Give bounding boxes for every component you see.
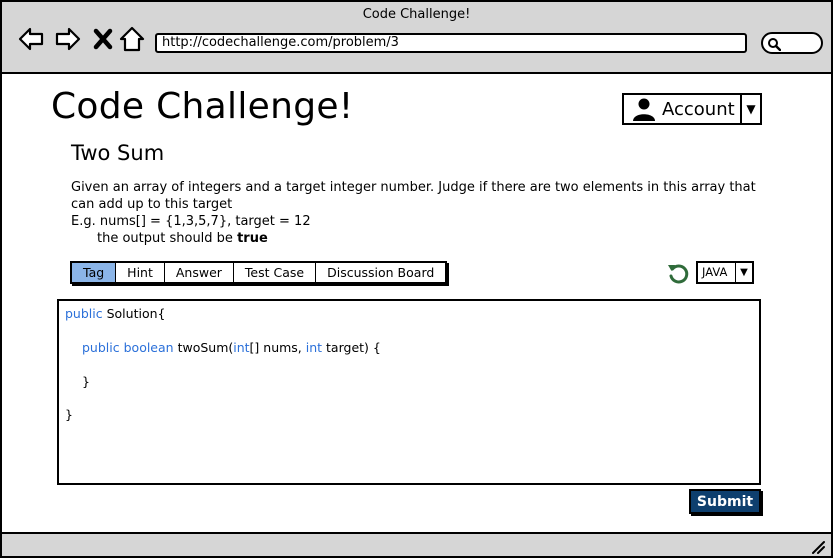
code-line-4: } — [65, 407, 73, 422]
language-selected: JAVA — [698, 263, 736, 282]
home-icon[interactable] — [117, 24, 147, 54]
chevron-down-icon[interactable]: ▼ — [742, 95, 760, 123]
reset-code-icon[interactable] — [666, 261, 690, 285]
code-line-2: public boolean twoSum(int[] nums, int ta… — [82, 340, 381, 355]
problem-title: Two Sum — [71, 141, 165, 165]
output-value: true — [237, 231, 268, 246]
back-icon[interactable] — [16, 24, 46, 54]
account-button[interactable]: Account — [624, 95, 742, 123]
code-line-3: } — [82, 374, 90, 389]
browser-search-box[interactable] — [761, 32, 823, 54]
user-icon — [633, 98, 655, 121]
tab-tag[interactable]: Tag — [72, 263, 117, 282]
problem-description-text: Given an array of integers and a target … — [71, 180, 756, 212]
language-select[interactable]: JAVA ▼ — [696, 261, 754, 284]
browser-window: Code Challenge! http://codechallenge.com… — [0, 0, 833, 558]
submit-button[interactable]: Submit — [689, 489, 761, 514]
window-title: Code Challenge! — [362, 7, 471, 22]
code-line-1: public Solution{ — [65, 306, 166, 321]
site-logo-text[interactable]: Code Challenge! — [51, 86, 354, 127]
resize-handle-icon[interactable] — [809, 538, 825, 554]
problem-description: Given an array of integers and a target … — [71, 179, 771, 247]
output-prefix: the output should be — [97, 231, 238, 246]
forward-icon[interactable] — [53, 24, 83, 54]
search-icon — [768, 38, 781, 51]
chevron-down-icon[interactable]: ▼ — [736, 263, 752, 282]
address-bar[interactable]: http://codechallenge.com/problem/3 — [155, 33, 747, 53]
problem-expected-output: the output should be true — [71, 230, 771, 247]
browser-titlebar: Code Challenge! http://codechallenge.com… — [2, 2, 831, 74]
problem-tabs: Tag Hint Answer Test Case Discussion Boa… — [70, 261, 448, 284]
account-label: Account — [662, 98, 735, 120]
problem-example: E.g. nums[] = {1,3,5,7}, target = 12 — [71, 214, 311, 229]
account-dropdown[interactable]: Account ▼ — [622, 93, 762, 125]
code-editor[interactable]: public Solution{ public boolean twoSum(i… — [57, 299, 761, 485]
tab-hint[interactable]: Hint — [116, 263, 165, 282]
tab-discussion-board[interactable]: Discussion Board — [316, 263, 445, 282]
tab-answer[interactable]: Answer — [165, 263, 234, 282]
close-icon[interactable] — [88, 24, 118, 54]
browser-statusbar — [2, 532, 831, 556]
tab-test-case[interactable]: Test Case — [234, 263, 317, 282]
